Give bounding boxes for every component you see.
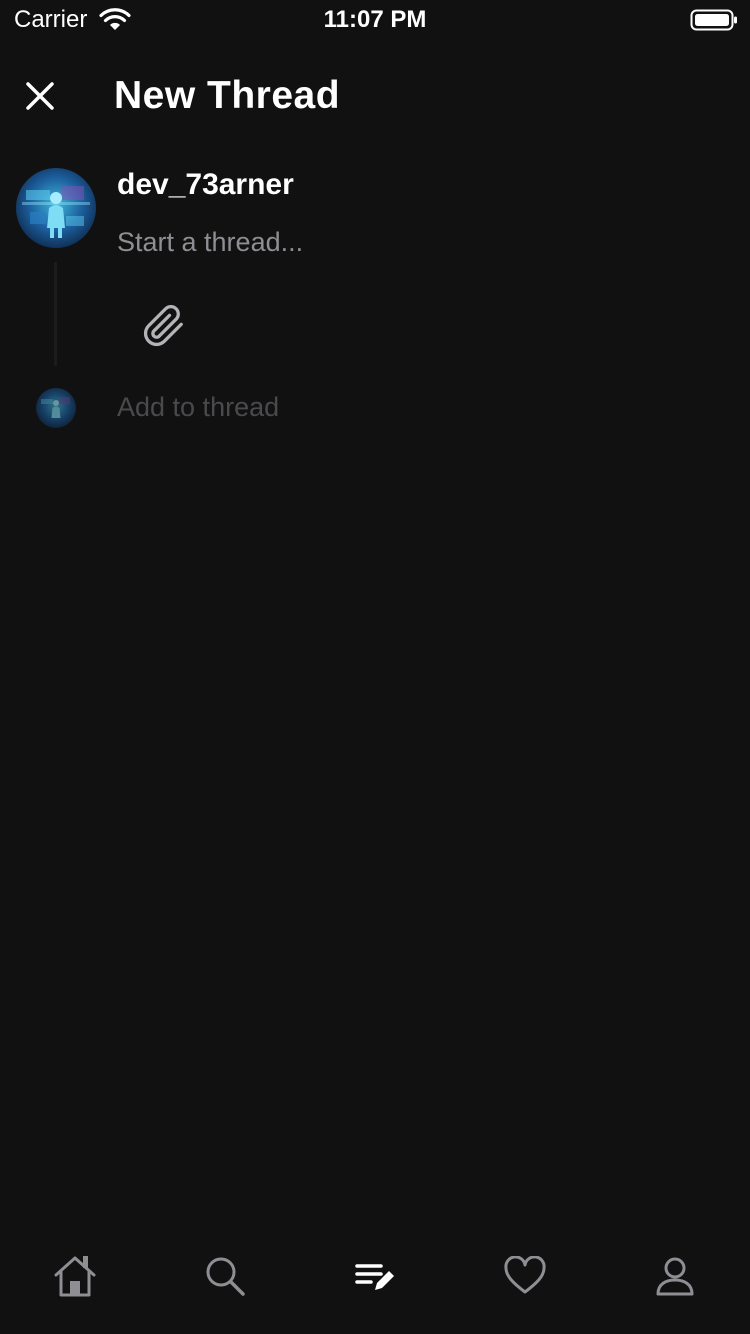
tab-home[interactable] — [0, 1234, 150, 1318]
thread-input[interactable] — [117, 220, 717, 264]
username: dev_73arner — [117, 168, 294, 201]
add-to-thread-button[interactable]: Add to thread — [117, 392, 279, 423]
attach-button[interactable] — [140, 302, 188, 350]
tab-bar — [0, 1234, 750, 1334]
search-icon — [206, 1257, 245, 1296]
close-button[interactable] — [14, 70, 66, 122]
heart-icon — [504, 1256, 546, 1294]
status-bar: Carrier 11:07 PM — [0, 0, 750, 40]
home-icon — [54, 1256, 96, 1297]
page-title: New Thread — [114, 74, 341, 117]
profile-icon — [656, 1257, 694, 1296]
tab-activity[interactable] — [450, 1234, 600, 1318]
header: New Thread — [0, 56, 750, 136]
tab-compose[interactable] — [300, 1234, 450, 1318]
avatar-small — [36, 388, 76, 428]
thread-connector-line — [54, 262, 57, 366]
close-icon — [26, 82, 54, 110]
avatar[interactable] — [16, 168, 96, 248]
paperclip-icon — [143, 304, 183, 347]
compose-icon — [355, 1264, 394, 1290]
tab-search[interactable] — [150, 1234, 300, 1318]
battery-icon — [690, 9, 737, 31]
tab-profile[interactable] — [600, 1234, 750, 1318]
status-time: 11:07 PM — [323, 6, 427, 33]
